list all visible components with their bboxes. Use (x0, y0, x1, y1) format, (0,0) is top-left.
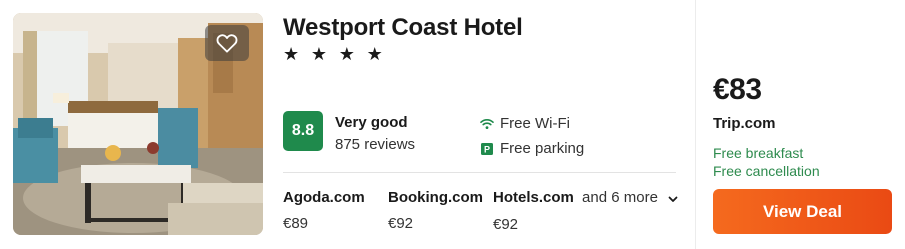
provider-price: €89 (283, 215, 309, 232)
view-deal-button[interactable]: View Deal (713, 189, 892, 234)
provider-agoda[interactable]: Agoda.com €89 (283, 189, 365, 232)
provider-name: Hotels.com (493, 189, 574, 206)
section-divider (695, 0, 696, 249)
provider-name: Booking.com (388, 189, 484, 206)
star-rating: ★ ★ ★ ★ (283, 44, 386, 65)
rating-score-badge: 8.8 (283, 111, 323, 151)
more-providers-toggle[interactable]: and 6 more (582, 189, 678, 206)
hotel-name[interactable]: Westport Coast Hotel (283, 14, 523, 42)
provider-name: Agoda.com (283, 189, 365, 206)
review-count[interactable]: 875 reviews (335, 136, 415, 153)
perk-breakfast: Free breakfast (713, 145, 804, 161)
heart-icon (216, 33, 238, 53)
svg-text:P: P (484, 144, 490, 154)
divider (283, 172, 676, 173)
provider-hotels[interactable]: Hotels.com and 6 more €92 (493, 189, 678, 233)
best-price: €83 (713, 73, 762, 106)
favorite-button[interactable] (205, 25, 249, 61)
rating-label: Very good (335, 114, 408, 131)
more-providers-label: and 6 more (582, 189, 658, 206)
amenity-wifi: Free Wi-Fi (480, 115, 570, 132)
wifi-icon (480, 117, 494, 131)
provider-booking[interactable]: Booking.com €92 (388, 189, 483, 232)
chevron-down-icon (668, 190, 678, 207)
amenity-label: Free parking (500, 140, 585, 157)
deal-site: Trip.com (713, 115, 776, 132)
provider-price: €92 (493, 215, 519, 233)
amenity-label: Free Wi-Fi (500, 115, 570, 132)
hotel-result-card[interactable]: Westport Coast Hotel ★ ★ ★ ★ 8.8 Very go… (0, 0, 905, 249)
parking-icon: P (480, 142, 494, 156)
amenity-parking: P Free parking (480, 140, 584, 157)
perk-cancellation: Free cancellation (713, 163, 820, 179)
provider-price: €92 (388, 215, 414, 232)
provider-name-row: Hotels.com and 6 more (493, 189, 678, 207)
